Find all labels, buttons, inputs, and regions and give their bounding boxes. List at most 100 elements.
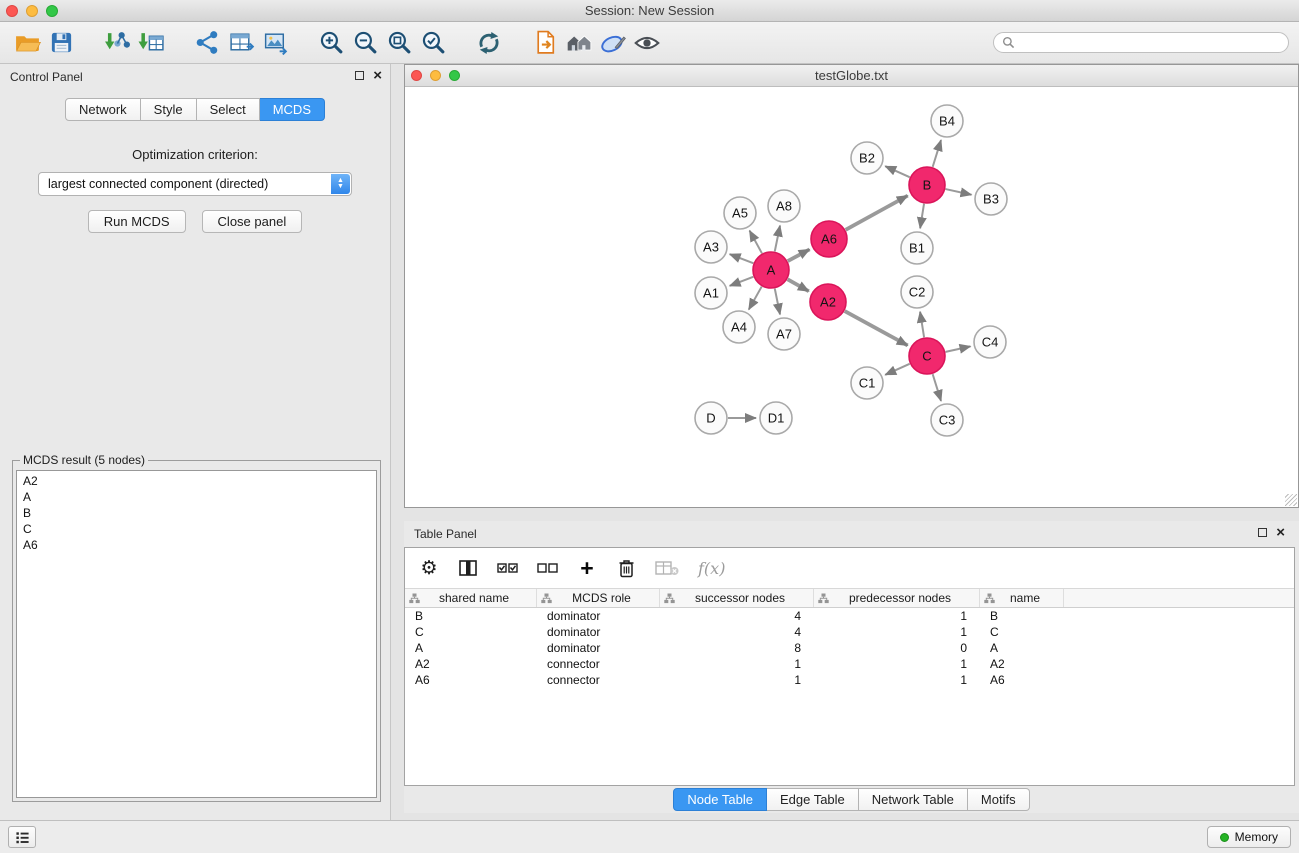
function-builder-button[interactable]: f(x) [698, 556, 725, 580]
mcds-result-list[interactable]: A2ABCA6 [16, 470, 377, 798]
close-panel-icon[interactable]: × [373, 70, 382, 81]
network-node-C[interactable]: C [909, 338, 945, 374]
network-edge-A-A8[interactable] [775, 226, 780, 252]
network-node-C2[interactable]: C2 [901, 276, 933, 308]
deselect-all-button[interactable] [537, 556, 558, 580]
table-settings-button[interactable]: ⚙ [419, 556, 439, 580]
import-table-button[interactable] [134, 26, 168, 60]
column-header-name[interactable]: name [980, 589, 1064, 607]
close-view-icon[interactable] [411, 70, 422, 81]
close-window-icon[interactable] [6, 5, 18, 17]
graphics-details-button[interactable] [596, 26, 630, 60]
zoom-selected-button[interactable] [416, 26, 450, 60]
run-mcds-button[interactable]: Run MCDS [88, 210, 186, 233]
close-table-panel-icon[interactable]: × [1276, 527, 1285, 538]
refresh-layout-button[interactable] [472, 26, 506, 60]
column-header-shared-name[interactable]: shared name [405, 589, 537, 607]
tab-motifs[interactable]: Motifs [968, 788, 1030, 811]
resize-grip[interactable] [1285, 494, 1297, 506]
network-table-button[interactable] [224, 26, 258, 60]
close-panel-button[interactable]: Close panel [202, 210, 303, 233]
tab-node-table[interactable]: Node Table [673, 788, 767, 811]
network-edge-A-A1[interactable] [730, 277, 754, 286]
network-node-B1[interactable]: B1 [901, 232, 933, 264]
minimize-view-icon[interactable] [430, 70, 441, 81]
network-node-A4[interactable]: A4 [723, 311, 755, 343]
table-row[interactable]: A6connector11A6 [405, 672, 1294, 688]
network-edge-B-B3[interactable] [946, 189, 972, 195]
network-node-B2[interactable]: B2 [851, 142, 883, 174]
network-edge-C-C3[interactable] [933, 374, 941, 401]
minimize-window-icon[interactable] [26, 5, 38, 17]
delete-table-button[interactable] [655, 556, 679, 580]
result-item[interactable]: A6 [23, 537, 370, 553]
network-node-D1[interactable]: D1 [760, 402, 792, 434]
network-edge-C-C1[interactable] [885, 364, 909, 375]
network-edge-A-A5[interactable] [750, 231, 762, 254]
network-node-A2[interactable]: A2 [810, 284, 846, 320]
network-edge-A2-C[interactable] [845, 311, 908, 345]
network-edge-A6-B[interactable] [846, 196, 908, 230]
network-node-B4[interactable]: B4 [931, 105, 963, 137]
network-edge-C-C4[interactable] [946, 346, 971, 352]
network-edge-B-B4[interactable] [933, 140, 941, 167]
network-canvas[interactable]: B4B2BB3A5A8A6A3B1AA1C2A2A4A7C4CC1DD1C3 [405, 87, 1298, 507]
column-header-mcds-role[interactable]: MCDS role [537, 589, 660, 607]
network-node-B3[interactable]: B3 [975, 183, 1007, 215]
search-input[interactable] [1015, 36, 1280, 50]
tab-network[interactable]: Network [65, 98, 141, 121]
network-edge-A-A4[interactable] [749, 287, 762, 310]
tab-select[interactable]: Select [197, 98, 260, 121]
network-edge-A-A2[interactable] [788, 279, 809, 291]
network-node-A5[interactable]: A5 [724, 197, 756, 229]
result-item[interactable]: B [23, 505, 370, 521]
network-edge-B-B2[interactable] [885, 166, 909, 177]
delete-column-button[interactable] [616, 556, 636, 580]
new-network-button[interactable] [190, 26, 224, 60]
network-node-A6[interactable]: A6 [811, 221, 847, 257]
network-node-B[interactable]: B [909, 167, 945, 203]
network-node-A3[interactable]: A3 [695, 231, 727, 263]
optimization-criterion-select[interactable]: largest connected component (directed) ▲… [38, 172, 352, 196]
export-image-button[interactable] [258, 26, 292, 60]
float-table-panel-icon[interactable] [1258, 528, 1267, 537]
network-node-A[interactable]: A [753, 252, 789, 288]
task-history-button[interactable] [8, 826, 36, 848]
zoom-fit-button[interactable] [382, 26, 416, 60]
tab-edge-table[interactable]: Edge Table [767, 788, 859, 811]
table-row[interactable]: Adominator80A [405, 640, 1294, 656]
import-network-button[interactable] [100, 26, 134, 60]
tab-style[interactable]: Style [141, 98, 197, 121]
network-node-A7[interactable]: A7 [768, 318, 800, 350]
zoom-window-icon[interactable] [46, 5, 58, 17]
network-node-C3[interactable]: C3 [931, 404, 963, 436]
table-row[interactable]: A2connector11A2 [405, 656, 1294, 672]
result-item[interactable]: A2 [23, 473, 370, 489]
network-edge-C-C2[interactable] [920, 312, 924, 337]
network-node-D[interactable]: D [695, 402, 727, 434]
network-edge-A-A3[interactable] [730, 254, 754, 263]
show-columns-button[interactable] [458, 556, 478, 580]
zoom-out-button[interactable] [348, 26, 382, 60]
open-session-doc-button[interactable] [528, 26, 562, 60]
show-hide-button[interactable] [630, 26, 664, 60]
toolbar-search[interactable] [993, 32, 1289, 53]
zoom-view-icon[interactable] [449, 70, 460, 81]
network-node-A1[interactable]: A1 [695, 277, 727, 309]
tab-network-table[interactable]: Network Table [859, 788, 968, 811]
float-panel-icon[interactable] [355, 71, 364, 80]
column-header-predecessor-nodes[interactable]: predecessor nodes [814, 589, 980, 607]
network-node-A8[interactable]: A8 [768, 190, 800, 222]
network-edge-A-A7[interactable] [775, 289, 780, 315]
create-column-button[interactable]: + [577, 556, 597, 580]
network-node-C1[interactable]: C1 [851, 367, 883, 399]
tab-mcds[interactable]: MCDS [260, 98, 325, 121]
network-edge-B-B1[interactable] [920, 204, 924, 228]
save-session-button[interactable] [44, 26, 78, 60]
zoom-in-button[interactable] [314, 26, 348, 60]
network-edge-A-A6[interactable] [788, 249, 810, 261]
open-file-button[interactable] [10, 26, 44, 60]
home-networks-button[interactable] [562, 26, 596, 60]
column-header-successor-nodes[interactable]: successor nodes [660, 589, 814, 607]
table-row[interactable]: Bdominator41B [405, 608, 1294, 624]
